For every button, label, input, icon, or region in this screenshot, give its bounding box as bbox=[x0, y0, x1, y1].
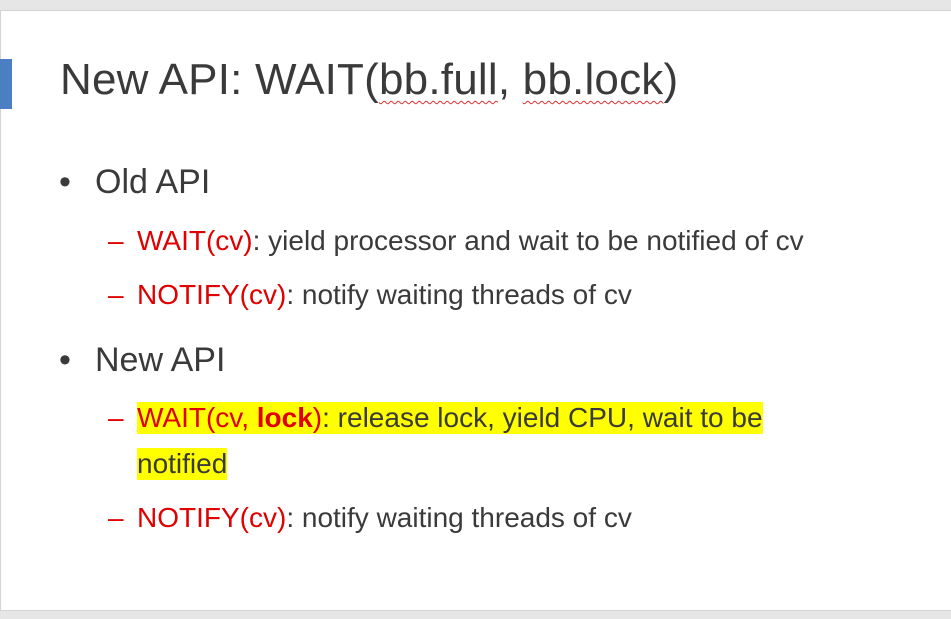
code-term: NOTIFY(cv) bbox=[137, 502, 287, 533]
title-arg-lock: bb.lock bbox=[522, 55, 664, 104]
bullet-dot: • bbox=[59, 341, 71, 379]
code-term-open: WAIT(cv, bbox=[137, 402, 257, 433]
title-arg-full: bb.full bbox=[379, 55, 498, 104]
description: : notify waiting threads of cv bbox=[286, 502, 632, 533]
code-term-close: ) bbox=[312, 402, 323, 433]
title-sep: , bbox=[497, 55, 523, 104]
code-term: NOTIFY(cv) bbox=[137, 279, 287, 310]
description: : release lock, yield CPU, wait to be bbox=[322, 402, 763, 433]
highlighted-text-line1: WAIT(cv, lock): release lock, yield CPU,… bbox=[137, 402, 763, 434]
slide-title: New API: WAIT(bb.full, bb.lock) bbox=[60, 55, 678, 105]
code-term: WAIT(cv) bbox=[137, 225, 253, 256]
bullet-label: New API bbox=[95, 341, 226, 379]
dash-marker: – bbox=[108, 402, 124, 433]
description: : notify waiting threads of cv bbox=[286, 279, 632, 310]
title-prefix: New API: WAIT( bbox=[60, 55, 379, 104]
title-suffix: ) bbox=[663, 55, 679, 104]
dash-marker: – bbox=[108, 279, 124, 310]
bullet-label: Old API bbox=[95, 163, 211, 201]
dash-marker: – bbox=[108, 502, 124, 533]
slide-canvas: New API: WAIT(bb.full, bb.lock) • Old AP… bbox=[0, 11, 951, 610]
subitem-text: NOTIFY(cv): notify waiting threads of cv bbox=[137, 279, 632, 311]
subitem-text: WAIT(cv): yield processor and wait to be… bbox=[137, 225, 804, 257]
subitem-text: NOTIFY(cv): notify waiting threads of cv bbox=[137, 502, 632, 534]
bullet-dot: • bbox=[59, 163, 71, 201]
description: : yield processor and wait to be notifie… bbox=[252, 225, 804, 256]
title-accent-bar bbox=[0, 59, 12, 109]
code-term-lock: lock bbox=[256, 402, 313, 433]
dash-marker: – bbox=[108, 225, 124, 256]
highlighted-text-line2: notified bbox=[137, 448, 228, 480]
